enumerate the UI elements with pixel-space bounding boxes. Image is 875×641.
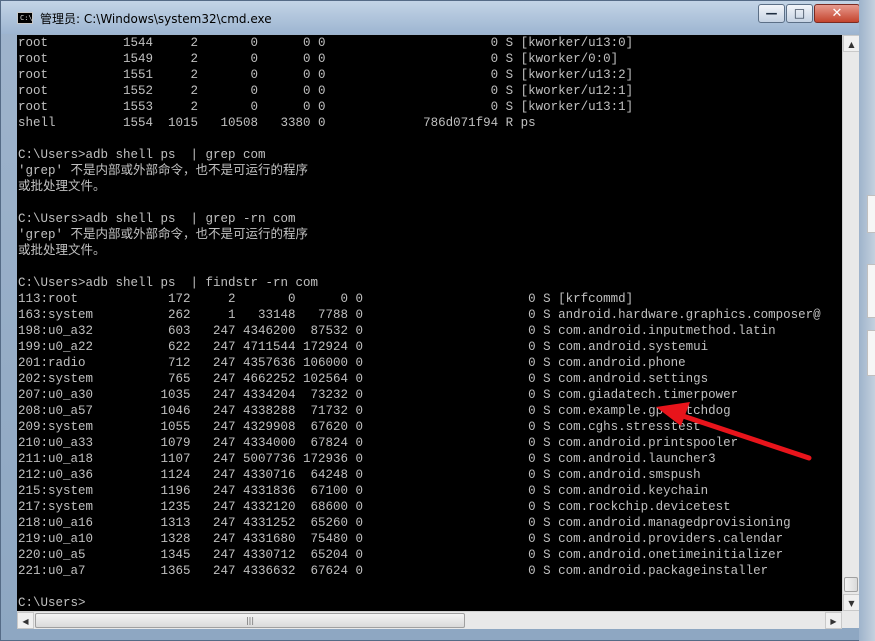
console-line: 202:system 765 247 4662252 102564 0 0 S … (18, 372, 709, 386)
console-line: 211:u0_a18 1107 247 5007736 172936 0 0 S… (18, 452, 716, 466)
background-window-edge (859, 0, 875, 641)
cmd-app-icon[interactable]: C:\ (17, 12, 33, 24)
console-line: 210:u0_a33 1079 247 4334000 67824 0 0 S … (18, 436, 739, 450)
background-window-strip (867, 264, 875, 318)
console-line: root 1551 2 0 0 0 0 S [kworker/u13:2] (18, 68, 634, 82)
vertical-scroll-thumb[interactable] (844, 577, 858, 592)
scrollbar-corner (842, 611, 859, 628)
vertical-scrollbar[interactable]: ▲ ▼ (842, 35, 860, 627)
horizontal-scroll-thumb[interactable]: ||| (35, 613, 465, 628)
console-line: C:\Users>adb shell ps | findstr -rn com (18, 276, 319, 290)
scroll-down-button[interactable]: ▼ (843, 594, 860, 611)
cmd-window: C:\ 管理员: C:\Windows\system32\cmd.exe — □… (0, 0, 875, 641)
console-line: 219:u0_a10 1328 247 4331680 75480 0 0 S … (18, 532, 784, 546)
console-line: 215:system 1196 247 4331836 67100 0 0 S … (18, 484, 709, 498)
console-line: 201:radio 712 247 4357636 106000 0 0 S c… (18, 356, 686, 370)
console-line: 207:u0_a30 1035 247 4334204 73232 0 0 S … (18, 388, 739, 402)
console-output[interactable]: root 1544 2 0 0 0 0 S [kworker/u13:0] roo… (17, 35, 842, 611)
console-line: 220:u0_a5 1345 247 4330712 65204 0 0 S c… (18, 548, 784, 562)
console-line: shell 1554 1015 10508 3380 0 786d071f94 … (18, 116, 536, 130)
minimize-button[interactable]: — (758, 4, 785, 23)
console-line: 212:u0_a36 1124 247 4330716 64248 0 0 S … (18, 468, 701, 482)
close-button[interactable]: ✕ (814, 4, 860, 23)
console-line: C:\Users>adb shell ps | grep com (18, 148, 266, 162)
console-line: root 1553 2 0 0 0 0 S [kworker/u13:1] (18, 100, 634, 114)
console-line: root 1549 2 0 0 0 0 S [kworker/0:0] (18, 52, 619, 66)
horizontal-scrollbar[interactable]: ◀ ||| ▶ (17, 611, 842, 629)
console-line: 163:system 262 1 33148 7788 0 0 S androi… (18, 308, 821, 322)
cmd-icon-text: C:\ (20, 14, 33, 22)
console-line: C:\Users> (18, 596, 86, 610)
console-line: 218:u0_a16 1313 247 4331252 65260 0 0 S … (18, 516, 791, 530)
window-title: 管理员: C:\Windows\system32\cmd.exe (40, 12, 272, 26)
maximize-icon: □ (793, 6, 806, 20)
console-line: 217:system 1235 247 4332120 68600 0 0 S … (18, 500, 731, 514)
console-line: 113:root 172 2 0 0 0 0 S [krfcommd] (18, 292, 634, 306)
console-line: C:\Users>adb shell ps | grep -rn com (18, 212, 296, 226)
console-line: 'grep' 不是内部或外部命令，也不是可运行的程序 (18, 164, 309, 178)
console-line: root 1544 2 0 0 0 0 S [kworker/u13:0] (18, 36, 634, 50)
console-line: 221:u0_a7 1365 247 4336632 67624 0 0 S c… (18, 564, 769, 578)
console-line: 或批处理文件。 (18, 244, 106, 258)
title-bar[interactable]: C:\ 管理员: C:\Windows\system32\cmd.exe — □… (1, 1, 874, 34)
close-icon: ✕ (831, 6, 843, 21)
console-line: 208:u0_a57 1046 247 4338288 71732 0 0 S … (18, 404, 731, 418)
scroll-left-button[interactable]: ◀ (17, 612, 34, 629)
console-line: 'grep' 不是内部或外部命令，也不是可运行的程序 (18, 228, 309, 242)
background-window-strip (867, 195, 875, 233)
console-line: 198:u0_a32 603 247 4346200 87532 0 0 S c… (18, 324, 776, 338)
minimize-icon: — (765, 6, 778, 20)
console-line: root 1552 2 0 0 0 0 S [kworker/u12:1] (18, 84, 634, 98)
scroll-right-button[interactable]: ▶ (825, 612, 842, 629)
console-line: 或批处理文件。 (18, 180, 106, 194)
maximize-button[interactable]: □ (786, 4, 813, 23)
console-line: 209:system 1055 247 4329908 67620 0 0 S … (18, 420, 701, 434)
scroll-up-button[interactable]: ▲ (843, 35, 860, 52)
background-window-strip (867, 330, 875, 376)
console-line: 199:u0_a22 622 247 4711544 172924 0 0 S … (18, 340, 709, 354)
